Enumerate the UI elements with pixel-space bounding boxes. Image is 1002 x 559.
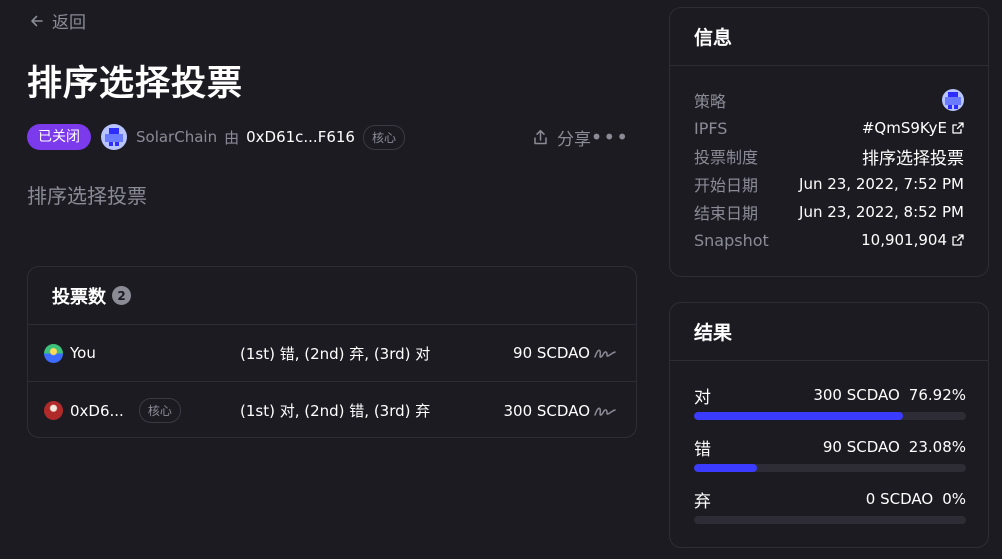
arrow-left-icon [31, 15, 43, 26]
ipfs-value: #QmS9KyE [861, 119, 947, 137]
result-power: 0 SCDAO [865, 490, 934, 508]
info-row-start: 开始日期 Jun 23, 2022, 7:52 PM [670, 170, 988, 198]
proposal-body: 排序选择投票 [27, 184, 147, 208]
info-row-ipfs: IPFS #QmS9KyE [670, 114, 988, 142]
voting-system-label: 投票制度 [694, 148, 759, 167]
author-address[interactable]: 0xD61c...F616 [246, 128, 355, 146]
voter[interactable]: 0xD6... 核心 [44, 398, 181, 423]
start-label: 开始日期 [694, 176, 759, 195]
strategy-avatar[interactable] [942, 89, 964, 111]
vote-power: 300 SCDAO [503, 401, 590, 420]
more-options-button[interactable]: ••• [591, 125, 629, 149]
snapshot-link[interactable]: 10,901,904 [861, 231, 964, 249]
result-item: 对 300 SCDAO 76.92% [694, 383, 966, 420]
space-name[interactable]: SolarChain [136, 128, 217, 146]
vote-row: You (1st) 错, (2nd) 弃, (3rd) 对 90 SCDAO [28, 325, 636, 382]
result-bar [694, 464, 966, 472]
info-rows: 策略 IPFS #QmS9KyE 投票制度 排序选择投票 开始日期 Jun 23… [670, 86, 988, 254]
result-bar-fill [694, 412, 904, 420]
result-power: 300 SCDAO [813, 386, 900, 404]
info-title: 信息 [670, 8, 988, 66]
signature-icon[interactable] [594, 346, 616, 360]
info-row-strategy: 策略 [670, 86, 988, 114]
end-value: Jun 23, 2022, 8:52 PM [799, 203, 964, 221]
voter-name: You [70, 344, 96, 362]
result-item: 错 90 SCDAO 23.08% [694, 435, 966, 472]
by-label: 由 [224, 128, 240, 147]
author-core-badge: 核心 [362, 124, 405, 150]
result-power: 90 SCDAO [822, 438, 900, 456]
vote-row: 0xD6... 核心 (1st) 对, (2nd) 错, (3rd) 弃 300… [28, 382, 636, 439]
ipfs-label: IPFS [694, 118, 728, 138]
share-label: 分享 [557, 129, 591, 150]
external-link-icon [952, 234, 964, 246]
share-icon [534, 129, 547, 144]
back-label: 返回 [52, 13, 86, 33]
voter-avatar [44, 343, 63, 363]
vote-choice: (1st) 错, (2nd) 弃, (3rd) 对 [240, 344, 431, 363]
info-card: 信息 策略 IPFS #QmS9KyE 投票制度 排序选择投票 开始日期 Jun… [669, 7, 989, 277]
votes-title: 投票数 [52, 286, 106, 308]
snapshot-value: 10,901,904 [861, 231, 947, 249]
info-row-snapshot: Snapshot 10,901,904 [670, 226, 988, 254]
space-avatar[interactable] [101, 124, 127, 150]
result-choice: 弃 [694, 491, 711, 512]
result-bar [694, 412, 966, 420]
result-percent: 76.92% [908, 386, 966, 404]
voting-system-value: 排序选择投票 [862, 148, 964, 169]
proposal-meta: 已关闭 SolarChain 由 0xD61c...F616 核心 分享 ••• [27, 122, 635, 152]
state-badge: 已关闭 [27, 124, 91, 150]
result-choice: 对 [694, 387, 711, 408]
result-bar-fill [694, 464, 757, 472]
vote-power: 90 SCDAO [513, 344, 590, 362]
voter-core-badge: 核心 [138, 398, 181, 423]
share-button[interactable]: 分享 [532, 125, 591, 150]
back-link[interactable]: 返回 [30, 8, 86, 33]
proposal-title: 排序选择投票 [27, 64, 244, 104]
voter-avatar [44, 401, 63, 420]
info-row-end: 结束日期 Jun 23, 2022, 8:52 PM [670, 198, 988, 226]
end-label: 结束日期 [694, 204, 759, 223]
vote-choice: (1st) 对, (2nd) 错, (3rd) 弃 [240, 402, 431, 420]
votes-header: 投票数 2 [28, 267, 636, 325]
info-row-voting-system: 投票制度 排序选择投票 [670, 142, 988, 170]
votes-card: 投票数 2 You (1st) 错, (2nd) 弃, (3rd) 对 90 S… [27, 266, 637, 438]
strategy-label: 策略 [694, 92, 727, 111]
result-bar [694, 516, 966, 524]
voter[interactable]: You [44, 343, 96, 363]
external-link-icon [952, 122, 964, 134]
voter-name: 0xD6... [70, 401, 124, 420]
signature-icon[interactable] [594, 404, 616, 418]
results-title: 结果 [670, 303, 988, 361]
result-percent: 0% [942, 490, 966, 508]
result-choice: 错 [694, 439, 711, 460]
snapshot-label: Snapshot [694, 230, 769, 250]
ipfs-link[interactable]: #QmS9KyE [862, 119, 964, 137]
start-value: Jun 23, 2022, 7:52 PM [799, 175, 964, 193]
result-item: 弃 0 SCDAO 0% [694, 487, 966, 524]
results-card: 结果 对 300 SCDAO 76.92% 错 90 SCDAO 23.08% 弃 … [669, 302, 989, 548]
votes-count-badge: 2 [112, 286, 131, 305]
result-percent: 23.08% [908, 438, 966, 456]
